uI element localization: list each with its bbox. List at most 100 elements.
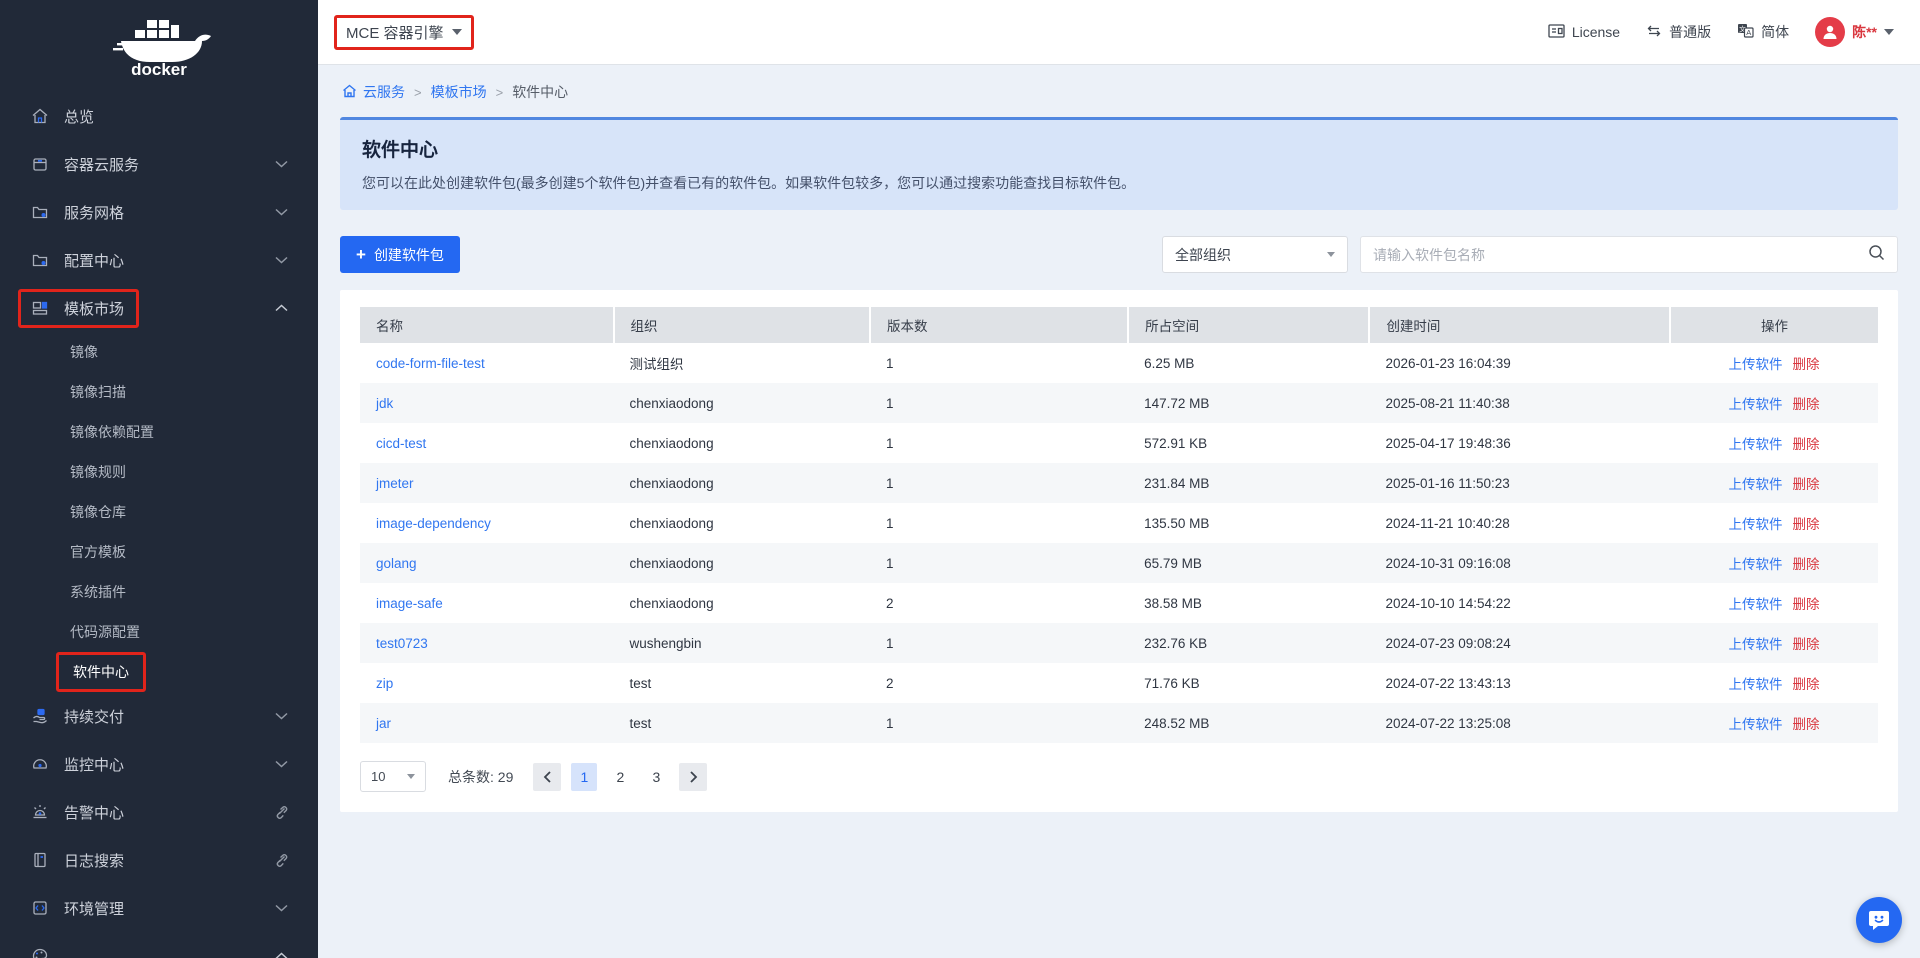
upload-software-link[interactable]: 上传软件: [1729, 397, 1783, 412]
upload-software-link[interactable]: 上传软件: [1729, 717, 1783, 732]
edition-switch-button[interactable]: 普通版: [1646, 22, 1711, 42]
language-switch-button[interactable]: 文 A 简体: [1737, 22, 1789, 42]
col-header-created: 创建时间: [1369, 307, 1670, 343]
user-menu[interactable]: 陈**: [1815, 17, 1894, 47]
sidebar-subitem-code-source[interactable]: 代码源配置: [0, 612, 318, 652]
package-name-link[interactable]: jdk: [376, 396, 393, 411]
page-number-3[interactable]: 3: [643, 763, 669, 791]
package-name-link[interactable]: zip: [376, 676, 393, 691]
cell-name: image-safe: [360, 583, 614, 623]
cell-name: golang: [360, 543, 614, 583]
sidebar-subitem-image-dependency[interactable]: 镜像依赖配置: [0, 412, 318, 452]
upload-software-link[interactable]: 上传软件: [1729, 437, 1783, 452]
package-name-link[interactable]: golang: [376, 556, 417, 571]
upload-software-link[interactable]: 上传软件: [1729, 597, 1783, 612]
package-name-link[interactable]: code-form-file-test: [376, 356, 485, 371]
page-size-dropdown[interactable]: 10: [360, 761, 426, 792]
delete-link[interactable]: 删除: [1793, 437, 1820, 452]
delete-link[interactable]: 删除: [1793, 597, 1820, 612]
chevron-down-icon: [275, 904, 288, 912]
org-filter-dropdown[interactable]: 全部组织: [1162, 236, 1348, 273]
sidebar-item-log-search[interactable]: 日志搜索: [0, 836, 318, 884]
page-number-1[interactable]: 1: [571, 763, 597, 791]
delete-link[interactable]: 删除: [1793, 517, 1820, 532]
upload-software-link[interactable]: 上传软件: [1729, 477, 1783, 492]
breadcrumb-current: 软件中心: [512, 82, 568, 102]
delete-link[interactable]: 删除: [1793, 397, 1820, 412]
delete-link[interactable]: 删除: [1793, 557, 1820, 572]
search-input[interactable]: [1373, 247, 1868, 263]
prev-page-button[interactable]: [533, 763, 561, 791]
package-name-link[interactable]: jmeter: [376, 476, 414, 491]
toolbar: + 创建软件包 全部组织: [340, 236, 1898, 273]
delete-link[interactable]: 删除: [1793, 717, 1820, 732]
sidebar-subitem-official-template[interactable]: 官方模板: [0, 532, 318, 572]
cell-actions: 上传软件删除: [1670, 623, 1878, 663]
sidebar-item-theme[interactable]: [0, 932, 318, 958]
cell-versions: 1: [870, 543, 1128, 583]
sidebar-subitem-system-plugin[interactable]: 系统插件: [0, 572, 318, 612]
sidebar-item-container-cloud[interactable]: 容器云服务: [0, 140, 318, 188]
sidebar-item-config-center[interactable]: 配置中心: [0, 236, 318, 284]
upload-software-link[interactable]: 上传软件: [1729, 637, 1783, 652]
sidebar-item-alert-center[interactable]: 告警中心: [0, 788, 318, 836]
package-name-link[interactable]: jar: [376, 716, 391, 731]
page-number-2[interactable]: 2: [607, 763, 633, 791]
delete-link[interactable]: 删除: [1793, 477, 1820, 492]
table-row: jdkchenxiaodong1147.72 MB2025-08-21 11:4…: [360, 383, 1878, 423]
sidebar-subitem-image-rule[interactable]: 镜像规则: [0, 452, 318, 492]
sidebar-item-template-market[interactable]: 模板市场: [0, 284, 318, 332]
cell-versions: 1: [870, 343, 1128, 383]
cell-size: 6.25 MB: [1128, 343, 1369, 383]
cell-actions: 上传软件删除: [1670, 663, 1878, 703]
delete-link[interactable]: 删除: [1793, 357, 1820, 372]
cell-name: cicd-test: [360, 423, 614, 463]
sidebar-item-service-mesh[interactable]: 服务网格: [0, 188, 318, 236]
cell-org: chenxiaodong: [614, 383, 871, 423]
create-package-button[interactable]: + 创建软件包: [340, 236, 460, 273]
upload-software-link[interactable]: 上传软件: [1729, 557, 1783, 572]
package-name-link[interactable]: test0723: [376, 636, 428, 651]
search-icon[interactable]: [1868, 244, 1885, 266]
upload-software-link[interactable]: 上传软件: [1729, 517, 1783, 532]
sidebar-subitem-label: 软件中心: [56, 652, 146, 692]
sidebar-subitem-software-center[interactable]: 软件中心: [0, 652, 318, 692]
sidebar-subitem-image[interactable]: 镜像: [0, 332, 318, 372]
sidebar-subitem-image-scan[interactable]: 镜像扫描: [0, 372, 318, 412]
package-name-link[interactable]: image-dependency: [376, 516, 491, 531]
delete-link[interactable]: 删除: [1793, 637, 1820, 652]
sidebar-item-label: 日志搜索: [64, 850, 124, 871]
sidebar-item-label: 环境管理: [64, 898, 124, 919]
external-link-icon: [273, 853, 288, 868]
sidebar-item-label: 监控中心: [64, 754, 124, 775]
next-page-button[interactable]: [679, 763, 707, 791]
chevron-down-icon: [275, 208, 288, 216]
main-area: MCE 容器引擎 License: [318, 0, 1920, 958]
package-name-link[interactable]: image-safe: [376, 596, 443, 611]
pagination: 10 总条数: 29 123: [360, 761, 1878, 792]
cell-created: 2024-10-10 14:54:22: [1369, 583, 1670, 623]
support-chat-button[interactable]: [1856, 897, 1902, 943]
delete-link[interactable]: 删除: [1793, 677, 1820, 692]
cell-org: chenxiaodong: [614, 503, 871, 543]
upload-software-link[interactable]: 上传软件: [1729, 357, 1783, 372]
sidebar-item-label: 总览: [64, 106, 94, 127]
page-size-value: 10: [371, 769, 385, 784]
license-button[interactable]: License: [1548, 24, 1620, 41]
product-selector-dropdown[interactable]: MCE 容器引擎: [334, 15, 474, 50]
cell-versions: 1: [870, 703, 1128, 743]
sidebar-item-env-manage[interactable]: 环境管理: [0, 884, 318, 932]
folder-icon: [30, 250, 50, 270]
monitor-icon: [30, 754, 50, 774]
cell-created: 2025-08-21 11:40:38: [1369, 383, 1670, 423]
upload-software-link[interactable]: 上传软件: [1729, 677, 1783, 692]
package-name-link[interactable]: cicd-test: [376, 436, 426, 451]
cell-versions: 1: [870, 383, 1128, 423]
sidebar-item-overview[interactable]: 总览: [0, 92, 318, 140]
breadcrumb-cloud-service[interactable]: 云服务: [342, 82, 405, 102]
sidebar-subitem-image-registry[interactable]: 镜像仓库: [0, 492, 318, 532]
sidebar-item-monitor-center[interactable]: 监控中心: [0, 740, 318, 788]
sidebar-item-continuous-delivery[interactable]: 持续交付: [0, 692, 318, 740]
breadcrumb-template-market[interactable]: 模板市场: [431, 82, 487, 102]
cell-size: 38.58 MB: [1128, 583, 1369, 623]
